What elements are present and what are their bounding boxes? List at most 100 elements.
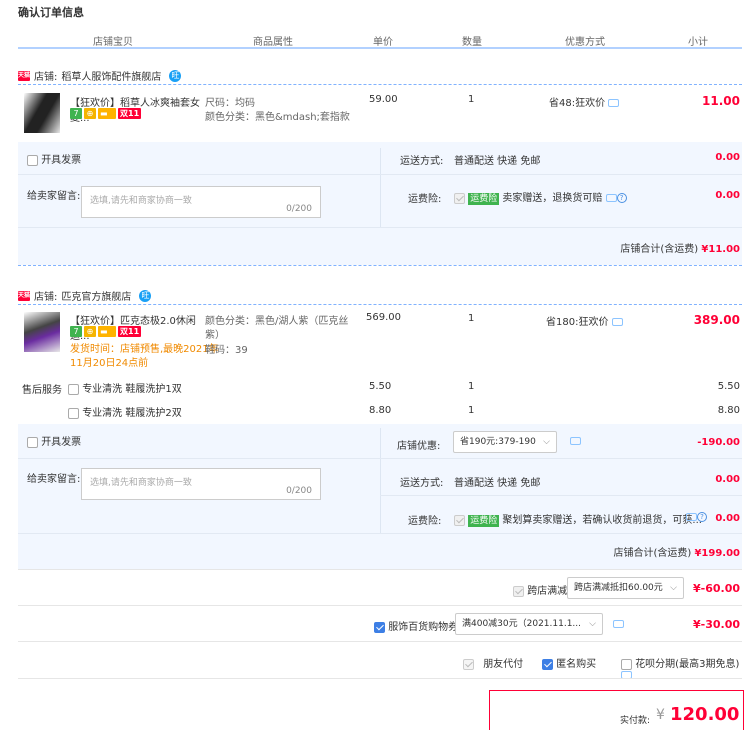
shop2-discount: 省180:狂欢价 [546, 313, 623, 328]
wangwang-chat-icon[interactable]: 旺 [169, 69, 182, 82]
chat-icon[interactable] [605, 194, 617, 202]
voucher-checkbox[interactable] [374, 621, 385, 633]
cross-store-select-value: 跨店满减抵扣60.00元 [574, 583, 663, 593]
coupon-label: 店铺优惠: [397, 441, 441, 452]
product-thumbnail[interactable] [24, 93, 60, 133]
shop2-total-label: 店铺合计(含运费) [613, 548, 692, 559]
shop2-attr-color: 颜色分类：黑色/湖人紫（匹克丝 [205, 316, 349, 327]
shop2-ship-time-line2: 11月20日24点前 [70, 358, 149, 369]
chevron-down-icon: ⌵ [589, 619, 596, 629]
header-divider [18, 47, 742, 49]
shop2-insurance-cost: 0.00 [715, 513, 740, 524]
shop1-insurance: 运费险 卖家赠送，退换货可赔 ? [454, 189, 627, 205]
divider [18, 569, 742, 570]
chat-icon[interactable] [570, 437, 581, 445]
service-subtotal: 5.50 [717, 381, 740, 392]
shop-coupon-select[interactable]: 省190元:379-190 ⌵ [453, 431, 557, 453]
insurance-checkbox [454, 192, 465, 204]
shop1-msg-label: 给卖家留言: [27, 191, 81, 202]
chat-icon[interactable] [613, 620, 624, 628]
shop1-name[interactable]: 稻草人服饰配件旗舰店 [61, 68, 161, 83]
shop1-discount-text: 省48:狂欢价 [549, 98, 606, 109]
card-icon: ▬ [98, 326, 116, 337]
service-name: 专业清洗 鞋履洗护2双 [82, 408, 182, 419]
friend-pay-option[interactable]: 朋友代付 [463, 655, 523, 670]
shop1-attr-size: 尺码：均码 [205, 98, 255, 109]
insurance-tag: 运费险 [468, 515, 500, 527]
guarantee-icon: ⊕ [84, 326, 96, 337]
anonymous-option[interactable]: 匿名购买 [542, 655, 596, 670]
payment-total-box: 实付款: ¥ 120.00 [489, 690, 744, 730]
friend-pay-label: 朋友代付 [483, 659, 524, 670]
chat-icon[interactable] [611, 318, 623, 326]
voucher[interactable]: 服饰百货购物券 [374, 618, 458, 633]
message-placeholder: 选填,请先和商家协商一致 [90, 478, 192, 488]
shop1-total-label: 店铺合计(含运费) [620, 244, 699, 255]
shop1-bottom-divider [18, 265, 742, 266]
shop2-price: 569.00 [366, 312, 401, 323]
shop2-subtotal: 389.00 [693, 313, 740, 327]
shop2-msg-label: 给卖家留言: [27, 474, 81, 485]
tmall-icon: 天猫 [18, 290, 31, 301]
shop1-discount: 省48:狂欢价 [549, 94, 620, 109]
chevron-down-icon: ⌵ [670, 583, 677, 593]
service-subtotal: 8.80 [717, 405, 740, 416]
shop2-invoice[interactable]: 开具发票 [27, 433, 81, 448]
col-price: 单价 [373, 37, 393, 48]
invoice-checkbox[interactable] [27, 436, 38, 448]
payment-currency: ¥ [656, 707, 665, 723]
col-subtotal: 小计 [688, 37, 708, 48]
invoice-checkbox[interactable] [27, 154, 38, 166]
shop2-qty: 1 [468, 313, 475, 324]
shop1-row-divider-2 [18, 227, 742, 228]
friend-pay-checkbox [463, 658, 474, 670]
cross-store-select[interactable]: 跨店满减抵扣60.00元 ⌵ [567, 577, 684, 599]
shop1-prefix: 店铺: [34, 72, 58, 83]
cross-store-checkbox [513, 585, 524, 597]
chat-icon[interactable] [686, 513, 697, 521]
wangwang-chat-icon[interactable]: 旺 [139, 289, 152, 302]
insurance-tag: 运费险 [468, 193, 500, 205]
service-row[interactable]: 专业清洗 鞋履洗护1双 [68, 380, 182, 395]
divider [18, 678, 742, 679]
shop2-shipping-cost: 0.00 [715, 474, 740, 485]
divider [18, 641, 742, 642]
guarantee-icon: ⊕ [84, 108, 96, 119]
card-icon: ▬ [98, 108, 116, 119]
huabei-checkbox[interactable] [621, 658, 632, 670]
product-thumbnail[interactable] [24, 312, 60, 352]
shop2-shipping-label: 运送方式: [400, 478, 444, 489]
shop2-message-input[interactable]: 选填,请先和商家协商一致 0/200 [81, 468, 321, 500]
insurance-checkbox [454, 514, 465, 526]
service-checkbox[interactable] [68, 383, 79, 395]
shop2-attr-size: 鞋码：39 [205, 345, 248, 356]
invoice-label: 开具发票 [41, 437, 82, 448]
cross-store-label: 跨店满减 [527, 586, 568, 597]
shop2-attr-color-cont: 紫） [205, 330, 225, 341]
shop1-message-input[interactable]: 选填,请先和商家协商一致 0/200 [81, 186, 321, 218]
anonymous-checkbox[interactable] [542, 658, 553, 670]
service-row[interactable]: 专业清洗 鞋履洗护2双 [68, 404, 182, 419]
invoice-label: 开具发票 [41, 155, 82, 166]
shop2-row-divider-3 [18, 533, 742, 534]
help-icon[interactable]: ? [616, 193, 627, 203]
shop2-total-value: ¥199.00 [694, 548, 740, 559]
insurance-desc: 卖家赠送，退换货可赔 [502, 193, 603, 204]
shop1-invoice[interactable]: 开具发票 [27, 151, 81, 166]
divider [18, 605, 742, 606]
service-checkbox[interactable] [68, 407, 79, 419]
shop2-ship-time-line1: 发货时间：店铺预售,最晚2021年 [70, 344, 219, 355]
chat-icon[interactable] [608, 99, 620, 107]
shop2-name[interactable]: 匹克官方旗舰店 [61, 288, 131, 303]
service-qty: 1 [468, 405, 475, 416]
service-price: 5.50 [369, 381, 392, 392]
message-counter: 0/200 [286, 486, 312, 496]
service-price: 8.80 [369, 405, 392, 416]
tmall-icon: 天猫 [18, 70, 31, 81]
shop2-row-divider [18, 458, 742, 459]
shop2-discount-text: 省180:狂欢价 [546, 317, 609, 328]
help-icon[interactable]: ? [697, 512, 707, 522]
voucher-select-value: 满400减30元（2021.11.1... [462, 619, 582, 629]
message-counter: 0/200 [286, 204, 312, 214]
voucher-select[interactable]: 满400减30元（2021.11.1... ⌵ [455, 613, 603, 635]
